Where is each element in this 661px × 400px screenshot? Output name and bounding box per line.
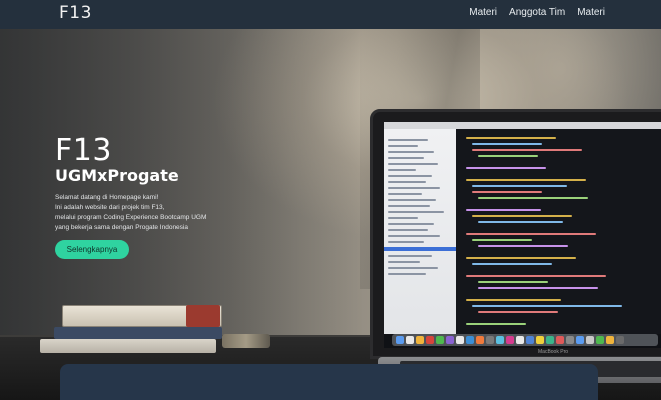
- book-middle: [54, 327, 222, 339]
- nav-link-materi[interactable]: Materi: [469, 7, 497, 18]
- nav-link-anggota-tim[interactable]: Anggota Tim: [509, 7, 565, 18]
- hero-subtitle: UGMxProgate: [55, 166, 179, 185]
- pens-image: [222, 334, 270, 348]
- book-bottom: [40, 339, 216, 353]
- nav-link-materi-2[interactable]: Materi: [577, 7, 605, 18]
- screen-dock: [392, 334, 658, 346]
- hero-description-line: melalui program Coding Experience Bootca…: [55, 214, 207, 221]
- laptop-screen: [384, 122, 661, 348]
- hero-section: MacBook Pro F13 UGMxProgate Selamat data…: [0, 29, 661, 400]
- hero-description-line: yang bekerja sama dengan Progate Indones…: [55, 224, 188, 231]
- nav-links: Materi Anggota Tim Materi: [469, 7, 605, 18]
- laptop-label: MacBook Pro: [538, 349, 569, 355]
- hero-description: Selamat datang di Homepage kami! Ini ada…: [55, 193, 245, 233]
- navbar: F13 Materi Anggota Tim Materi: [0, 0, 661, 29]
- content-card: [60, 364, 598, 400]
- hero-title: F13: [55, 133, 112, 168]
- screen-menubar: [384, 122, 661, 129]
- brand-logo[interactable]: F13: [59, 3, 92, 23]
- laptop-image: MacBook Pro: [370, 109, 661, 359]
- hero-description-line: Selamat datang di Homepage kami!: [55, 194, 159, 201]
- selengkapnya-button[interactable]: Selengkapnya: [55, 240, 129, 259]
- screen-file-pane: [384, 129, 456, 334]
- hero-description-line: Ini adalah website dari projek tim F13,: [55, 204, 165, 211]
- screen-code-pane: [456, 129, 661, 334]
- book-top-spine: [186, 305, 220, 327]
